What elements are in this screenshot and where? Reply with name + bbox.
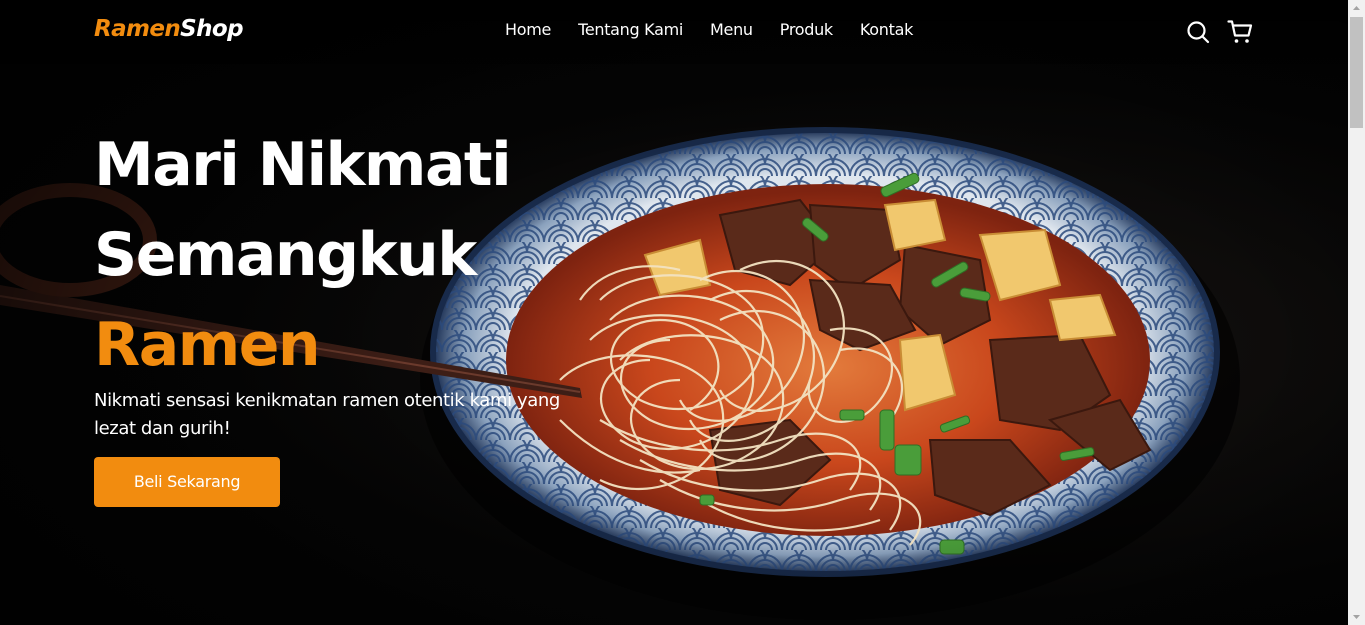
hero-section: Mari Nikmati Semangkuk Ramen Nikmati sen… — [94, 120, 614, 507]
nav-link-produk[interactable]: Produk — [780, 20, 833, 40]
vertical-scrollbar[interactable] — [1348, 0, 1365, 625]
hero-title-line1: Mari Nikmati — [94, 130, 512, 200]
brand-logo-part1: Ramen — [94, 16, 181, 42]
scroll-down-arrow-icon[interactable] — [1348, 608, 1365, 625]
nav-link-home[interactable]: Home — [505, 20, 551, 40]
buy-now-button[interactable]: Beli Sekarang — [94, 457, 280, 507]
brand-logo-part2: Shop — [180, 16, 243, 42]
hero-description: Nikmati sensasi kenikmatan ramen otentik… — [94, 390, 560, 439]
scroll-up-arrow-icon[interactable] — [1348, 0, 1365, 17]
navbar: RamenShop Home Tentang Kami Menu Produk … — [0, 0, 1348, 64]
search-icon[interactable] — [1185, 19, 1211, 45]
shopping-cart-icon[interactable] — [1227, 19, 1253, 45]
hero-title-accent: Ramen — [94, 310, 321, 380]
nav-links: Home Tentang Kami Menu Produk Kontak — [505, 20, 913, 40]
browser-viewport: RamenShop Home Tentang Kami Menu Produk … — [0, 0, 1365, 625]
landing-page: RamenShop Home Tentang Kami Menu Produk … — [0, 0, 1348, 625]
hero-title: Mari Nikmati Semangkuk Ramen — [94, 120, 614, 390]
nav-link-menu[interactable]: Menu — [710, 20, 753, 40]
hero-title-line2: Semangkuk — [94, 220, 477, 290]
nav-link-kontak[interactable]: Kontak — [860, 20, 913, 40]
nav-link-tentang-kami[interactable]: Tentang Kami — [578, 20, 683, 40]
scrollbar-thumb[interactable] — [1350, 17, 1363, 128]
brand-logo[interactable]: RamenShop — [94, 16, 244, 42]
nav-icons — [1185, 19, 1253, 45]
